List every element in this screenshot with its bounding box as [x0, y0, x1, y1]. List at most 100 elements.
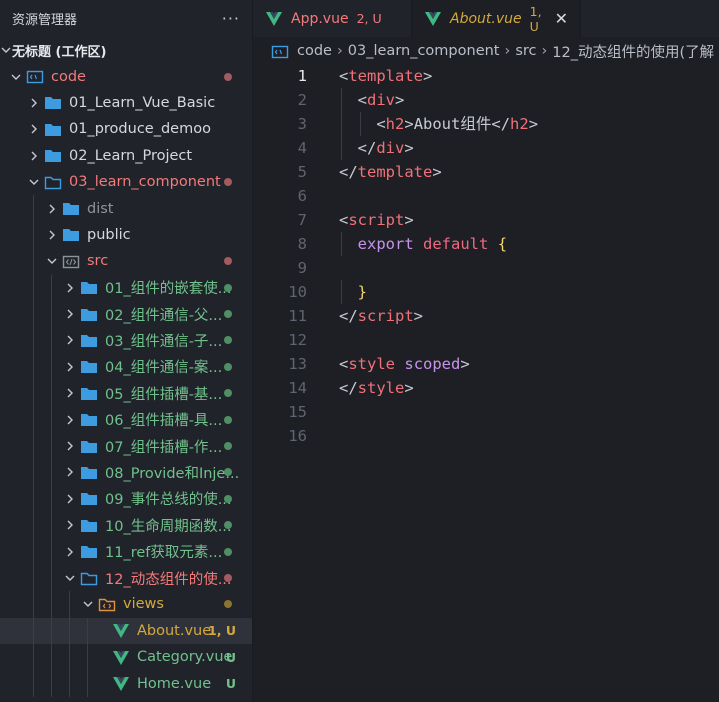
- folder-item[interactable]: 03_组件通信-子...: [0, 327, 252, 354]
- chevron-down-icon[interactable]: [64, 572, 76, 584]
- tab-about-vue[interactable]: About.vue 1, U ✕: [412, 0, 581, 37]
- code-token: >: [404, 211, 414, 229]
- code-token: >: [404, 139, 414, 157]
- folder-item[interactable]: 10_生命周期函数...: [0, 512, 252, 539]
- chevron-right-icon[interactable]: [64, 334, 76, 346]
- code-line: 5 </template>: [253, 160, 719, 184]
- explorer-header: 资源管理器 ···: [0, 0, 252, 37]
- tree-item-label: 07_组件插槽-作...: [105, 439, 223, 456]
- code-token: style: [348, 355, 396, 373]
- code-editor[interactable]: 1 <template> 2 <div> 3 <h2>About组件</h2> 4 </…: [253, 64, 719, 702]
- breadcrumb: code › 03_learn_component › src › 12_动态组件的使用(了…: [253, 37, 719, 65]
- breadcrumb-item[interactable]: src: [515, 43, 536, 59]
- chevron-right-icon[interactable]: [64, 414, 76, 426]
- git-status-badge: U: [225, 676, 236, 692]
- code-token: <: [339, 211, 349, 229]
- folder-item[interactable]: 02_Learn_Project: [0, 143, 252, 169]
- chevron-right-icon[interactable]: [46, 203, 58, 215]
- folder-item[interactable]: 01_Learn_Vue_Basic: [0, 90, 252, 116]
- workspace-folder-icon: [26, 69, 44, 84]
- chevron-right-icon[interactable]: [28, 123, 40, 135]
- folder-icon: [62, 227, 80, 242]
- indent-guide: [51, 380, 52, 407]
- indent-guide: [51, 643, 52, 671]
- chevron-right-icon[interactable]: [64, 440, 76, 452]
- folder-item[interactable]: 12_动态组件的使...: [0, 564, 252, 592]
- breadcrumb-separator: ›: [541, 43, 548, 59]
- chevron-right-icon[interactable]: [64, 361, 76, 373]
- indent-guide: [69, 643, 70, 671]
- code-line: 14 </style>: [253, 376, 719, 400]
- folder-item[interactable]: 03_learn_component: [0, 169, 252, 195]
- code-token: >: [528, 115, 539, 133]
- chevron-down-icon[interactable]: [46, 255, 58, 267]
- folder-item[interactable]: 02_组件通信-父...: [0, 300, 252, 328]
- chevron-right-icon[interactable]: [64, 519, 76, 531]
- folder-icon: [62, 201, 80, 216]
- chevron-right-icon[interactable]: [64, 387, 76, 399]
- chevron-down-icon[interactable]: [82, 598, 94, 610]
- git-status-dot: [224, 600, 232, 609]
- folder-item[interactable]: views: [0, 591, 252, 618]
- line-number: 4: [297, 139, 307, 157]
- chevron-right-icon[interactable]: [64, 493, 76, 505]
- code-token: About组件: [413, 115, 492, 133]
- code-token: div: [367, 91, 396, 109]
- file-item[interactable]: About.vue 1, U: [0, 617, 252, 644]
- indent-guide: [33, 432, 34, 460]
- indent-guide: [33, 380, 34, 407]
- chevron-right-icon[interactable]: [64, 466, 76, 478]
- folder-item[interactable]: 01_组件的嵌套使...: [0, 274, 252, 301]
- folder-item[interactable]: 08_Provide和Inje...: [0, 459, 252, 486]
- git-status-dot: [224, 72, 232, 81]
- chevron-down-icon[interactable]: [28, 176, 40, 188]
- folder-item[interactable]: 09_事件总线的使...: [0, 485, 252, 513]
- breadcrumb-item[interactable]: 03_learn_component: [348, 43, 500, 59]
- chevron-right-icon[interactable]: [28, 97, 40, 109]
- tree-item-label: Home.vue: [137, 675, 212, 692]
- folder-item[interactable]: dist: [0, 195, 252, 222]
- folder-item[interactable]: 07_组件插槽-作...: [0, 432, 252, 460]
- chevron-right-icon[interactable]: [64, 546, 76, 558]
- file-item[interactable]: Home.vue U: [0, 670, 252, 697]
- workspace-row[interactable]: 无标题 (工作区): [0, 37, 252, 63]
- line-number: 10: [288, 283, 307, 301]
- indent-guide: [33, 353, 34, 381]
- folder-item[interactable]: 11_ref获取元素...: [0, 538, 252, 565]
- chevron-right-icon[interactable]: [46, 229, 58, 241]
- code-text: <script>: [339, 208, 414, 232]
- folder-item[interactable]: 05_组件插槽-基...: [0, 380, 252, 407]
- chevron-down-icon[interactable]: [10, 71, 22, 83]
- more-actions-icon[interactable]: ···: [222, 9, 240, 28]
- indent-guide: [51, 353, 52, 381]
- breadcrumb-item[interactable]: code: [297, 43, 332, 59]
- tree-item-label: About.vue: [137, 622, 212, 639]
- chevron-right-icon[interactable]: [64, 282, 76, 294]
- folder-item[interactable]: public: [0, 221, 252, 249]
- folder-item[interactable]: 04_组件通信-案...: [0, 353, 252, 381]
- code-line: 3 <h2>About组件</h2>: [253, 112, 719, 136]
- folder-item[interactable]: 01_produce_demoo: [0, 116, 252, 142]
- folder-item[interactable]: 06_组件插槽-具...: [0, 406, 252, 433]
- close-icon[interactable]: ✕: [555, 9, 568, 28]
- code-line: 1 <template>: [253, 64, 719, 88]
- code-text: </style>: [339, 376, 414, 400]
- line-number: 14: [288, 379, 307, 397]
- chevron-right-icon[interactable]: [64, 308, 76, 320]
- tab-app-vue[interactable]: App.vue 2, U: [253, 0, 412, 37]
- git-status-dot: [224, 574, 232, 582]
- file-item[interactable]: Category.vue U: [0, 643, 252, 671]
- folder-icon: [80, 465, 98, 480]
- tab-status: 2, U: [356, 11, 382, 26]
- indent-guide: [33, 643, 34, 671]
- folder-item[interactable]: src: [0, 248, 252, 275]
- chevron-right-icon[interactable]: [28, 150, 40, 162]
- tree-item-label: 09_事件总线的使...: [105, 492, 232, 509]
- breadcrumb-item[interactable]: 12_动态组件的使用(了解: [552, 41, 714, 62]
- folder-item[interactable]: code: [0, 63, 252, 89]
- indent-guide: [51, 617, 52, 644]
- folder-icon: [80, 333, 98, 348]
- workspace-folder-icon: [271, 44, 289, 59]
